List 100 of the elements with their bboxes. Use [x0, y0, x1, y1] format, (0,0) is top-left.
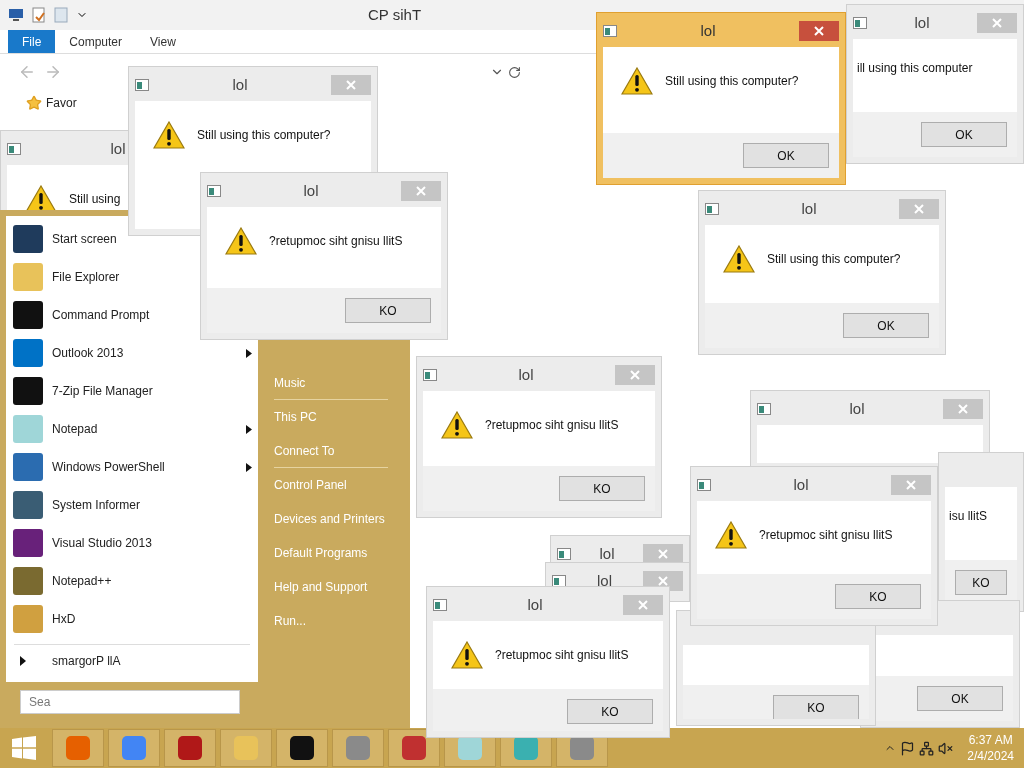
close-button[interactable]	[977, 13, 1017, 33]
close-button[interactable]	[899, 199, 939, 219]
ribbon-tab[interactable]: Computer	[55, 30, 137, 53]
caret-icon	[246, 462, 252, 472]
warning-icon	[715, 521, 747, 549]
app-icon	[65, 735, 91, 761]
dialog-button[interactable]: KO	[567, 699, 653, 724]
flag-icon[interactable]	[900, 740, 916, 756]
app-icon	[345, 735, 371, 761]
close-icon	[346, 80, 356, 90]
computer-icon	[8, 8, 24, 22]
back-icon[interactable]	[18, 63, 36, 81]
close-button[interactable]	[643, 544, 683, 564]
dialog-title: lol	[596, 570, 613, 591]
dialog-button[interactable]: KO	[559, 476, 645, 501]
window-icon	[705, 203, 719, 215]
nav-item[interactable]: Favor	[46, 94, 77, 112]
program-icon	[12, 490, 44, 520]
close-icon	[814, 26, 824, 36]
warning-icon	[225, 227, 257, 255]
dialog-title: lol	[109, 138, 127, 159]
dialog-message: Still using this computer?	[665, 73, 799, 90]
dialog-button[interactable]: OK	[743, 143, 829, 168]
close-icon	[906, 480, 916, 490]
close-button[interactable]	[799, 21, 839, 41]
forward-icon[interactable]	[44, 63, 62, 81]
program-item[interactable]: Outlook 2013	[6, 334, 258, 372]
program-item[interactable]: Windows PowerShell	[6, 448, 258, 486]
close-icon	[630, 370, 640, 380]
dialog-button[interactable]: KO	[955, 570, 1007, 595]
speaker-muted-icon[interactable]	[938, 740, 954, 756]
ribbon-tab[interactable]: View	[136, 30, 190, 53]
dialog-message: isu llitS	[949, 508, 987, 525]
taskbar-app-button[interactable]	[388, 729, 440, 767]
dialog-title: lol	[913, 12, 931, 33]
close-icon	[992, 18, 1002, 28]
window-icon	[853, 17, 867, 29]
app-icon	[513, 735, 539, 761]
window-icon	[697, 479, 711, 491]
program-icon	[12, 414, 44, 444]
dialog-button[interactable]: KO	[835, 584, 921, 609]
app-icon	[569, 735, 595, 761]
close-icon	[638, 600, 648, 610]
refresh-icon[interactable]	[508, 65, 521, 79]
warning-icon	[153, 121, 185, 149]
close-icon	[958, 404, 968, 414]
dialog-title: lol	[598, 543, 616, 564]
program-icon	[12, 566, 44, 596]
close-button[interactable]	[401, 181, 441, 201]
program-item[interactable]: 7-Zip File Manager	[6, 372, 258, 410]
warning-icon	[621, 67, 653, 95]
app-icon	[177, 735, 203, 761]
program-item[interactable]: HxD	[6, 600, 258, 638]
all-programs-item[interactable]: smargorP llA	[6, 645, 258, 677]
program-icon	[12, 224, 44, 254]
taskbar-app-button[interactable]	[276, 729, 328, 767]
dialog-message: ?retupmoc siht gnisu llitS	[495, 647, 629, 664]
dialog-button[interactable]: KO	[773, 695, 859, 719]
window-icon	[603, 25, 617, 37]
program-item[interactable]: Notepad++	[6, 562, 258, 600]
program-icon	[12, 452, 44, 482]
dialog-button[interactable]: OK	[843, 313, 929, 338]
dialog-button[interactable]: OK	[921, 122, 1007, 147]
program-icon	[12, 300, 44, 330]
window-icon	[135, 79, 149, 91]
window-icon	[423, 369, 437, 381]
close-button[interactable]	[943, 399, 983, 419]
search-field[interactable]: Sea	[20, 690, 240, 714]
program-icon	[12, 376, 44, 406]
dialog-message: Still using this computer?	[197, 127, 331, 144]
close-button[interactable]	[623, 595, 663, 615]
window-icon	[433, 599, 447, 611]
program-icon	[12, 262, 44, 292]
close-icon	[416, 186, 426, 196]
window-icon	[207, 185, 221, 197]
network-icon[interactable]	[919, 740, 935, 756]
app-icon	[457, 735, 483, 761]
dialog-title: lol	[800, 198, 818, 219]
caret-icon	[246, 424, 252, 434]
close-icon	[658, 549, 668, 559]
program-item[interactable]: System Informer	[6, 486, 258, 524]
close-button[interactable]	[891, 475, 931, 495]
dialog-message: ?retupmoc siht gnisu llitS	[759, 527, 893, 544]
ribbon-tab[interactable]: File	[8, 30, 56, 53]
dialog-message: ?retupmoc siht gnisu llitS	[269, 233, 403, 250]
star-icon	[26, 95, 42, 111]
program-icon	[12, 338, 44, 368]
dialog-button[interactable]: KO	[345, 298, 431, 323]
warning-icon	[451, 641, 483, 669]
program-item[interactable]: Notepad	[6, 410, 258, 448]
properties-icon	[32, 7, 46, 23]
windows-logo-icon	[12, 736, 36, 760]
close-button[interactable]	[331, 75, 371, 95]
program-item[interactable]: Visual Studio 2013	[6, 524, 258, 562]
window-title: CP sihT	[368, 4, 422, 25]
dialog-title: lol	[848, 398, 866, 419]
close-button[interactable]	[615, 365, 655, 385]
dialog-title: lol	[792, 474, 810, 495]
program-icon	[12, 604, 44, 634]
dialog-button[interactable]: OK	[917, 686, 1003, 711]
